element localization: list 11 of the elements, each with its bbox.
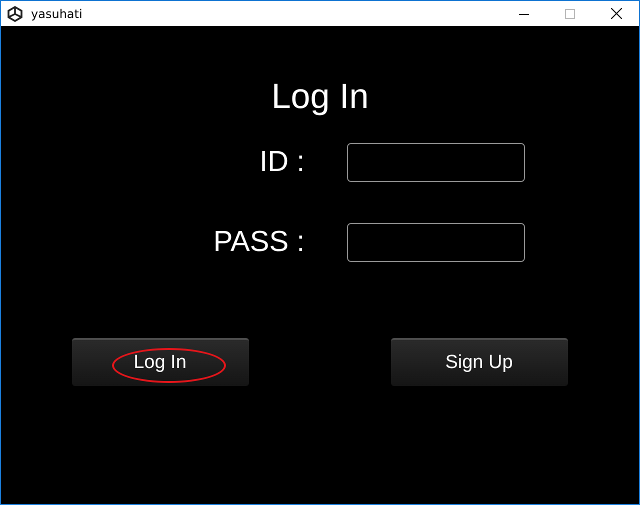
cube-logo-icon xyxy=(7,6,23,22)
input-field[interactable] xyxy=(346,223,525,262)
button[interactable]: Log In xyxy=(72,338,248,386)
window-title: yasuhati xyxy=(31,6,82,20)
maximize-icon xyxy=(565,8,575,18)
input-field[interactable] xyxy=(346,143,525,182)
field-label: PASS : xyxy=(213,226,305,259)
close-icon xyxy=(610,8,622,19)
page-heading: Log In xyxy=(271,77,369,117)
button[interactable]: Sign Up xyxy=(390,338,568,386)
field-label: ID : xyxy=(258,146,305,179)
